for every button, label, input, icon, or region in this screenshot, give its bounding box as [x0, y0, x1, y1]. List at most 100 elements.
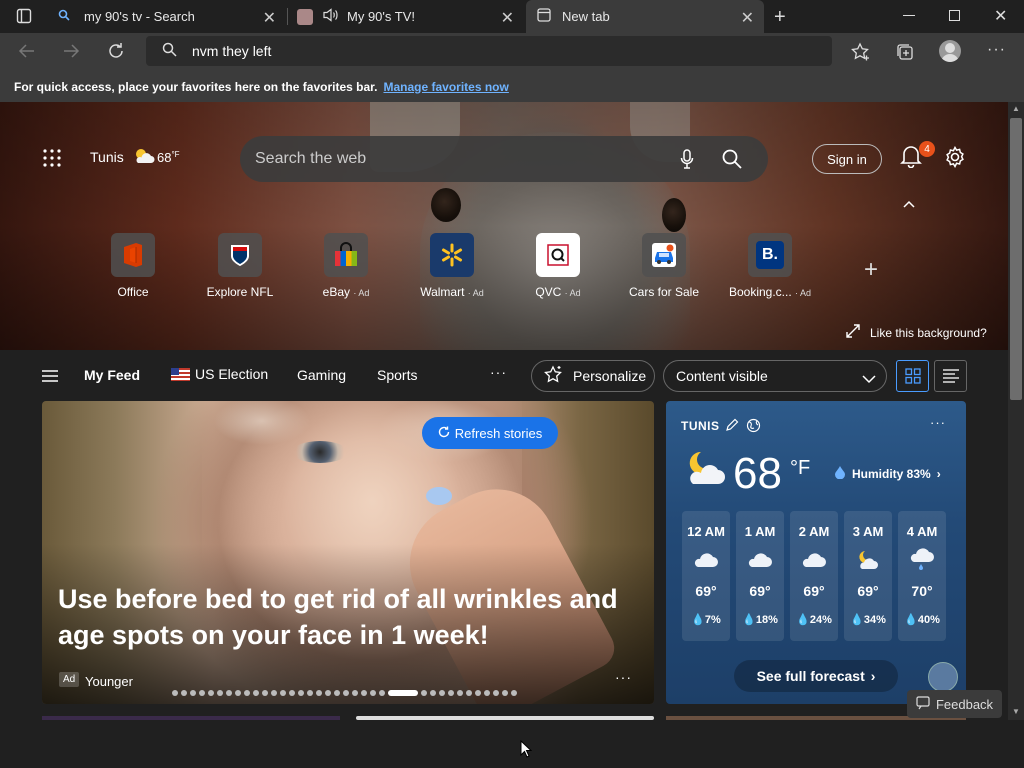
qvc-icon — [536, 233, 580, 277]
favorites-icon[interactable] — [850, 42, 870, 67]
menu-hamburger-icon[interactable] — [42, 369, 58, 386]
weather-temp: 68 — [733, 449, 782, 498]
weather-unit[interactable]: °F — [790, 457, 810, 480]
favorites-message: For quick access, place your favorites h… — [14, 79, 378, 94]
quick-link-qvc[interactable]: QVC · Ad — [513, 233, 603, 299]
feed-navigation: My Feed US Election Gaming Sports ··· Pe… — [0, 350, 1008, 400]
forward-icon[interactable] — [62, 42, 80, 65]
collapse-chevron-icon[interactable] — [902, 196, 916, 214]
window-bottom-area — [0, 720, 1024, 768]
hourly-forecast-item[interactable]: 1 AM 69° 💧18% — [736, 511, 784, 641]
weather-city[interactable]: TUNIS — [681, 419, 720, 433]
sign-in-button[interactable]: Sign in — [812, 144, 882, 174]
scroll-up-arrow-icon[interactable]: ▲ — [1012, 104, 1020, 113]
carousel-dots[interactable] — [172, 690, 517, 696]
refresh-stories-button[interactable]: Refresh stories — [422, 417, 558, 449]
quick-link-office[interactable]: Office — [88, 233, 178, 299]
office-icon — [111, 233, 155, 277]
browser-window: my 90's tv - Search ✕ My 90's TV! ✕ New … — [0, 0, 1024, 768]
web-search-input[interactable]: Search the web — [240, 136, 768, 182]
weather-avatar-icon[interactable] — [928, 662, 958, 692]
nav-my-feed[interactable]: My Feed — [84, 367, 140, 383]
hero-temp: 68°F — [157, 150, 180, 165]
back-icon[interactable] — [18, 42, 36, 65]
droplet-icon: 💧 — [691, 614, 705, 626]
content-visible-select[interactable]: Content visible — [663, 360, 887, 392]
manage-favorites-link[interactable]: Manage favorites now — [383, 80, 508, 94]
tab-bar: my 90's tv - Search ✕ My 90's TV! ✕ New … — [0, 0, 1024, 33]
list-view-button[interactable] — [934, 360, 967, 392]
story-nail — [426, 487, 452, 505]
like-background-button[interactable]: Like this background? — [846, 324, 987, 341]
quick-link-cars-for-sale[interactable]: Cars for Sale — [619, 233, 709, 299]
close-icon[interactable]: ✕ — [263, 8, 276, 28]
tab-search[interactable]: my 90's tv - Search ✕ — [50, 0, 286, 33]
main-story-card[interactable]: Use before bed to get rid of all wrinkle… — [42, 401, 654, 704]
nav-more-icon[interactable]: ··· — [490, 364, 507, 380]
globe-icon[interactable] — [746, 418, 761, 438]
refresh-icon[interactable] — [107, 42, 125, 65]
story-more-icon[interactable]: ··· — [615, 669, 632, 685]
new-tab-button[interactable]: + — [774, 6, 786, 29]
cloud-icon — [682, 543, 730, 577]
microphone-icon[interactable] — [680, 149, 694, 174]
quick-link-ebay[interactable]: eBay · Ad — [301, 233, 391, 299]
quick-link-walmart[interactable]: Walmart · Ad — [407, 233, 497, 299]
feedback-icon — [916, 695, 930, 713]
restore-icon[interactable] — [949, 10, 960, 21]
more-icon[interactable]: ··· — [987, 41, 1006, 59]
hourly-forecast-item[interactable]: 3 AM 69° 💧34% — [844, 511, 892, 641]
apps-launcher-icon[interactable] — [43, 149, 61, 172]
personalize-button[interactable]: Personalize — [531, 360, 655, 392]
add-quick-link-button[interactable]: + — [864, 256, 878, 284]
sparkle-star-icon — [543, 364, 563, 388]
chevron-right-icon: › — [870, 668, 876, 684]
tab-my-90s-tv[interactable]: My 90's TV! ✕ — [288, 0, 524, 33]
address-bar[interactable]: nvm they left — [146, 36, 832, 66]
grid-view-button[interactable] — [896, 360, 929, 392]
weather-more-icon[interactable]: ··· — [930, 415, 946, 430]
site-favicon — [297, 8, 313, 25]
nav-gaming[interactable]: Gaming — [297, 367, 346, 383]
scroll-down-arrow-icon[interactable]: ▼ — [1012, 707, 1020, 716]
close-icon[interactable]: ✕ — [741, 8, 754, 28]
chevron-right-icon: › — [936, 466, 941, 481]
nav-us-election[interactable]: US Election — [171, 366, 268, 382]
cloud-icon — [790, 543, 838, 577]
tab-new-tab[interactable]: New tab ✕ — [526, 0, 764, 33]
profile-avatar[interactable] — [939, 40, 961, 62]
hourly-forecast-item[interactable]: 12 AM 69° 💧7% — [682, 511, 730, 641]
hourly-forecast-item[interactable]: 4 AM 70° 💧40% — [898, 511, 946, 641]
car-icon — [642, 233, 686, 277]
hero-location[interactable]: Tunis — [90, 149, 124, 165]
story-headline[interactable]: Use before bed to get rid of all wrinkle… — [58, 581, 638, 653]
collections-icon[interactable] — [895, 42, 915, 67]
scrollbar-thumb[interactable] — [1010, 118, 1022, 400]
story-eye — [292, 441, 348, 463]
partly-cloudy-night-icon — [683, 448, 727, 493]
feedback-button[interactable]: Feedback — [907, 690, 1002, 718]
nav-sports[interactable]: Sports — [377, 367, 417, 383]
edit-pencil-icon[interactable] — [725, 418, 739, 437]
list-icon — [942, 369, 959, 383]
search-icon — [162, 42, 177, 60]
partly-cloudy-night-icon — [844, 543, 892, 577]
humidity-link[interactable]: Humidity 83% › — [834, 465, 941, 482]
weather-card[interactable]: TUNIS ··· 68 °F Humidity 83% › 12 AM 69°… — [666, 401, 966, 704]
minimize-icon[interactable] — [903, 15, 915, 16]
search-icon[interactable] — [722, 149, 742, 174]
window-close-icon[interactable]: ✕ — [994, 6, 1007, 26]
tab-actions-icon[interactable] — [16, 8, 32, 24]
hourly-forecast-item[interactable]: 2 AM 69° 💧24% — [790, 511, 838, 641]
quick-link-explore-nfl[interactable]: Explore NFL — [195, 233, 285, 299]
address-input[interactable]: nvm they left — [192, 43, 271, 59]
settings-gear-icon[interactable] — [944, 145, 966, 173]
favorites-bar: For quick access, place your favorites h… — [0, 71, 1024, 102]
tab-title: My 90's TV! — [347, 9, 415, 24]
quick-link-booking[interactable]: B. Booking.c... · Ad — [725, 233, 815, 299]
speaker-icon[interactable] — [323, 8, 339, 25]
mouse-cursor-icon — [520, 739, 533, 763]
see-full-forecast-button[interactable]: See full forecast › — [734, 660, 898, 692]
story-source[interactable]: Younger — [85, 674, 133, 689]
close-icon[interactable]: ✕ — [501, 8, 514, 28]
